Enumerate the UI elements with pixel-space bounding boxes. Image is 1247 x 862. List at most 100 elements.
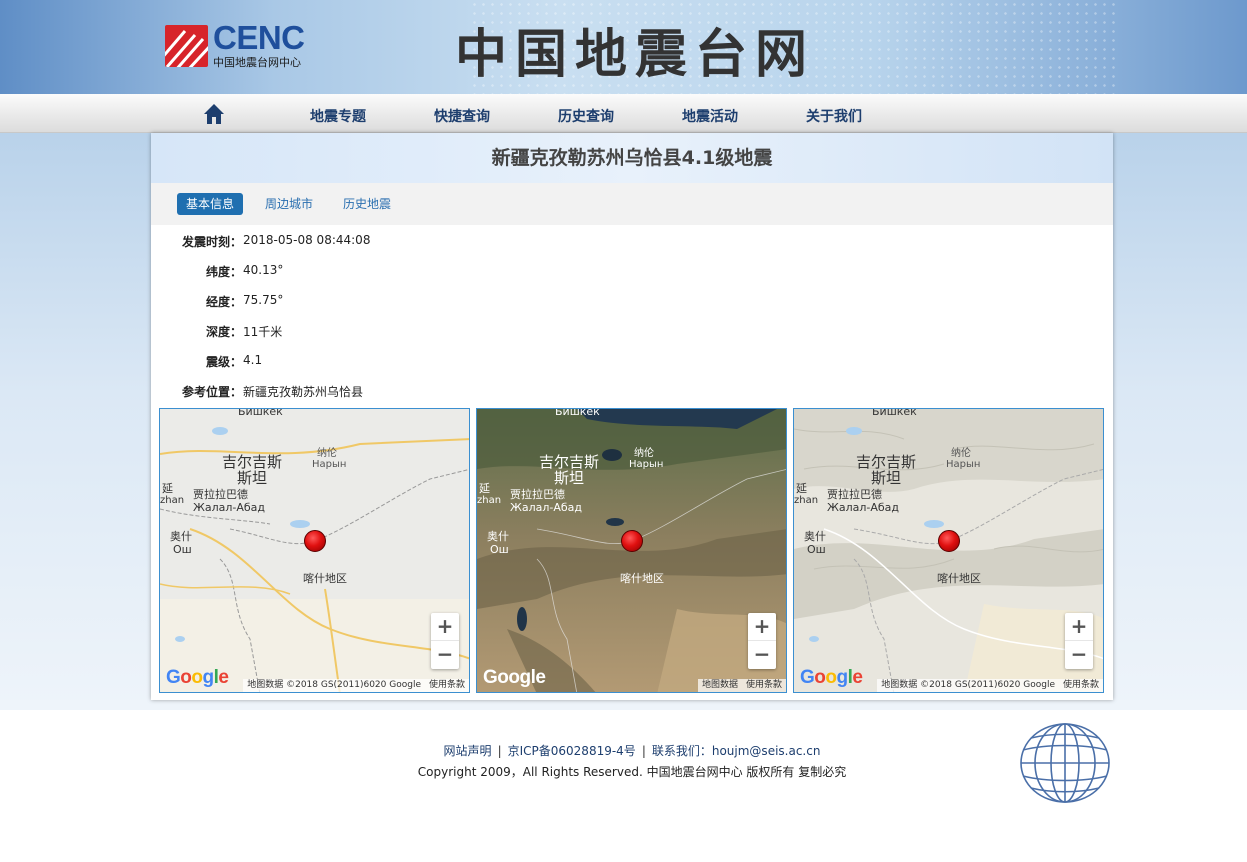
home-icon[interactable] <box>203 103 225 125</box>
event-title: 新疆克孜勒苏州乌恰县4.1级地震 <box>151 133 1113 183</box>
map-label-osh-ru: Ош <box>490 543 509 556</box>
event-tabs: 基本信息 周边城市 历史地震 <box>151 183 1113 225</box>
cenc-logo[interactable]: CENC 中国地震台网中心 <box>165 19 335 71</box>
map-label-jalal: 贾拉拉巴德 <box>827 488 882 501</box>
google-logo[interactable]: Google <box>800 667 863 689</box>
nav-item-topics[interactable]: 地震专题 <box>310 106 366 126</box>
footer-separator: | <box>497 744 502 758</box>
map-label-bishkek: Бишкек <box>238 408 283 418</box>
zoom-in-button[interactable]: + <box>748 613 776 641</box>
zoom-control: + − <box>1065 613 1093 669</box>
attribution-text: 地图数据 <box>701 680 738 690</box>
info-row-longitude: 经度： 75.75° <box>151 293 1113 309</box>
map-attribution: 地图数据 使用条款 <box>697 679 786 692</box>
map-label-osh-ru: Ош <box>173 543 192 556</box>
map-label-osh: 奥什 <box>487 530 509 543</box>
info-value: 75.75° <box>243 293 284 307</box>
nav-item-about[interactable]: 关于我们 <box>806 106 862 126</box>
zoom-control: + − <box>431 613 459 669</box>
map-label-kashgar: 喀什地区 <box>937 572 981 585</box>
header-banner: CENC 中国地震台网中心 中国地震台网 <box>0 0 1247 94</box>
google-logo[interactable]: Google <box>166 667 229 689</box>
nav-item-activity[interactable]: 地震活动 <box>682 106 738 126</box>
info-value: 40.13° <box>243 263 284 277</box>
cenc-logo-icon <box>165 25 208 67</box>
map-label-naryn-ru: Нарын <box>629 459 664 470</box>
map-label-kashgar: 喀什地区 <box>303 572 347 585</box>
logo-subtitle: 中国地震台网中心 <box>213 56 301 69</box>
info-label: 纬度： <box>206 265 243 279</box>
map-label-osh: 奥什 <box>170 530 192 543</box>
map-label-jalal: 贾拉拉巴德 <box>510 488 565 501</box>
map-label-edge-cn: 延 <box>479 482 490 495</box>
google-logo[interactable]: Google <box>483 667 546 689</box>
info-label: 经度： <box>206 295 243 309</box>
map-label-jalal-ru: Жалал-Абад <box>193 501 266 514</box>
map-label-edge-en: zhan <box>477 495 502 506</box>
nav-item-quick-search[interactable]: 快捷查询 <box>434 106 490 126</box>
map-label-naryn: 纳伦 <box>951 448 971 459</box>
map-label-jalal-ru: Жалал-Абад <box>827 501 900 514</box>
map-label-naryn: 纳伦 <box>317 448 337 459</box>
map-satellite[interactable]: Бишкек 吉尔吉斯 斯坦 纳伦 Нарын 贾拉拉巴德 Жалал-Абад… <box>476 408 787 693</box>
info-row-time: 发震时刻： 2018-05-08 08:44:08 <box>151 233 1113 249</box>
info-label: 深度： <box>206 325 243 339</box>
info-value: 4.1 <box>243 353 263 367</box>
logo-text: CENC <box>213 19 305 56</box>
zoom-in-button[interactable]: + <box>1065 613 1093 641</box>
info-label: 震级： <box>206 355 243 369</box>
footer-link-statement[interactable]: 网站声明 <box>444 744 492 758</box>
zoom-out-button[interactable]: − <box>1065 641 1093 669</box>
terms-link[interactable]: 使用条款 <box>746 680 782 690</box>
map-label-edge-en: zhan <box>794 495 819 506</box>
zoom-out-button[interactable]: − <box>431 641 459 669</box>
site-title: 中国地震台网 <box>455 24 816 85</box>
event-card: 新疆克孜勒苏州乌恰县4.1级地震 基本信息 周边城市 历史地震 发震时刻： 20… <box>151 133 1113 700</box>
map-label-osh-ru: Ош <box>807 543 826 556</box>
footer-link-contact[interactable]: 联系我们：houjm@seis.ac.cn <box>652 744 821 758</box>
map-label-kashgar: 喀什地区 <box>620 572 664 585</box>
map-attribution: 地图数据 ©2018 GS(2011)6020 Google 使用条款 <box>243 679 469 692</box>
map-attribution: 地图数据 ©2018 GS(2011)6020 Google 使用条款 <box>877 679 1103 692</box>
zoom-control: + − <box>748 613 776 669</box>
map-label-kyrgyzstan: 吉尔吉斯 斯坦 <box>222 453 283 487</box>
map-label-edge-cn: 延 <box>796 482 807 495</box>
info-value: 2018-05-08 08:44:08 <box>243 233 371 247</box>
map-label-naryn-ru: Нарын <box>312 459 347 470</box>
map-label-naryn: 纳伦 <box>634 448 654 459</box>
map-label-jalal-ru: Жалал-Абад <box>510 501 583 514</box>
globe-icon <box>1017 720 1113 809</box>
info-value: 新疆克孜勒苏州乌恰县 <box>243 385 364 399</box>
info-row-latitude: 纬度： 40.13° <box>151 263 1113 279</box>
map-label-kyrgyzstan: 吉尔吉斯 斯坦 <box>856 453 917 487</box>
map-terrain[interactable]: Бишкек 吉尔吉斯 斯坦 纳伦 Нарын 贾拉拉巴德 Жалал-Абад… <box>793 408 1104 693</box>
info-label: 发震时刻： <box>182 235 243 249</box>
terms-link[interactable]: 使用条款 <box>1063 680 1099 690</box>
nav-item-history-search[interactable]: 历史查询 <box>558 106 614 126</box>
info-row-magnitude: 震级： 4.1 <box>151 353 1113 369</box>
epicenter-marker[interactable] <box>938 530 960 552</box>
tab-basic-info[interactable]: 基本信息 <box>177 193 244 215</box>
map-label-osh: 奥什 <box>804 530 826 543</box>
info-label: 参考位置： <box>182 385 243 399</box>
info-row-location: 参考位置： 新疆克孜勒苏州乌恰县 <box>151 383 1113 399</box>
epicenter-marker[interactable] <box>621 530 643 552</box>
map-label-edge-cn: 延 <box>162 482 173 495</box>
footer-separator: | <box>641 744 646 758</box>
zoom-out-button[interactable]: − <box>748 641 776 669</box>
tab-nearby-cities[interactable]: 周边城市 <box>256 193 322 215</box>
main-nav: 地震专题 快捷查询 历史查询 地震活动 关于我们 <box>0 94 1247 133</box>
map-label-edge-en: zhan <box>160 495 185 506</box>
info-row-depth: 深度： 11千米 <box>151 323 1113 339</box>
map-label-jalal: 贾拉拉巴德 <box>193 488 248 501</box>
terms-link[interactable]: 使用条款 <box>429 680 465 690</box>
zoom-in-button[interactable]: + <box>431 613 459 641</box>
attribution-text: 地图数据 ©2018 GS(2011)6020 Google <box>881 680 1055 690</box>
footer-link-icp[interactable]: 京ICP备06028819-4号 <box>508 744 636 758</box>
map-label-naryn-ru: Нарын <box>946 459 981 470</box>
map-label-bishkek: Бишкек <box>872 408 917 418</box>
map-roadmap[interactable]: Бишкек 吉尔吉斯 斯坦 纳伦 Нарын 贾拉拉巴德 Жалал-Абад… <box>159 408 470 693</box>
epicenter-marker[interactable] <box>304 530 326 552</box>
map-label-kyrgyzstan: 吉尔吉斯 斯坦 <box>539 453 600 487</box>
tab-history-quakes[interactable]: 历史地震 <box>334 193 400 215</box>
